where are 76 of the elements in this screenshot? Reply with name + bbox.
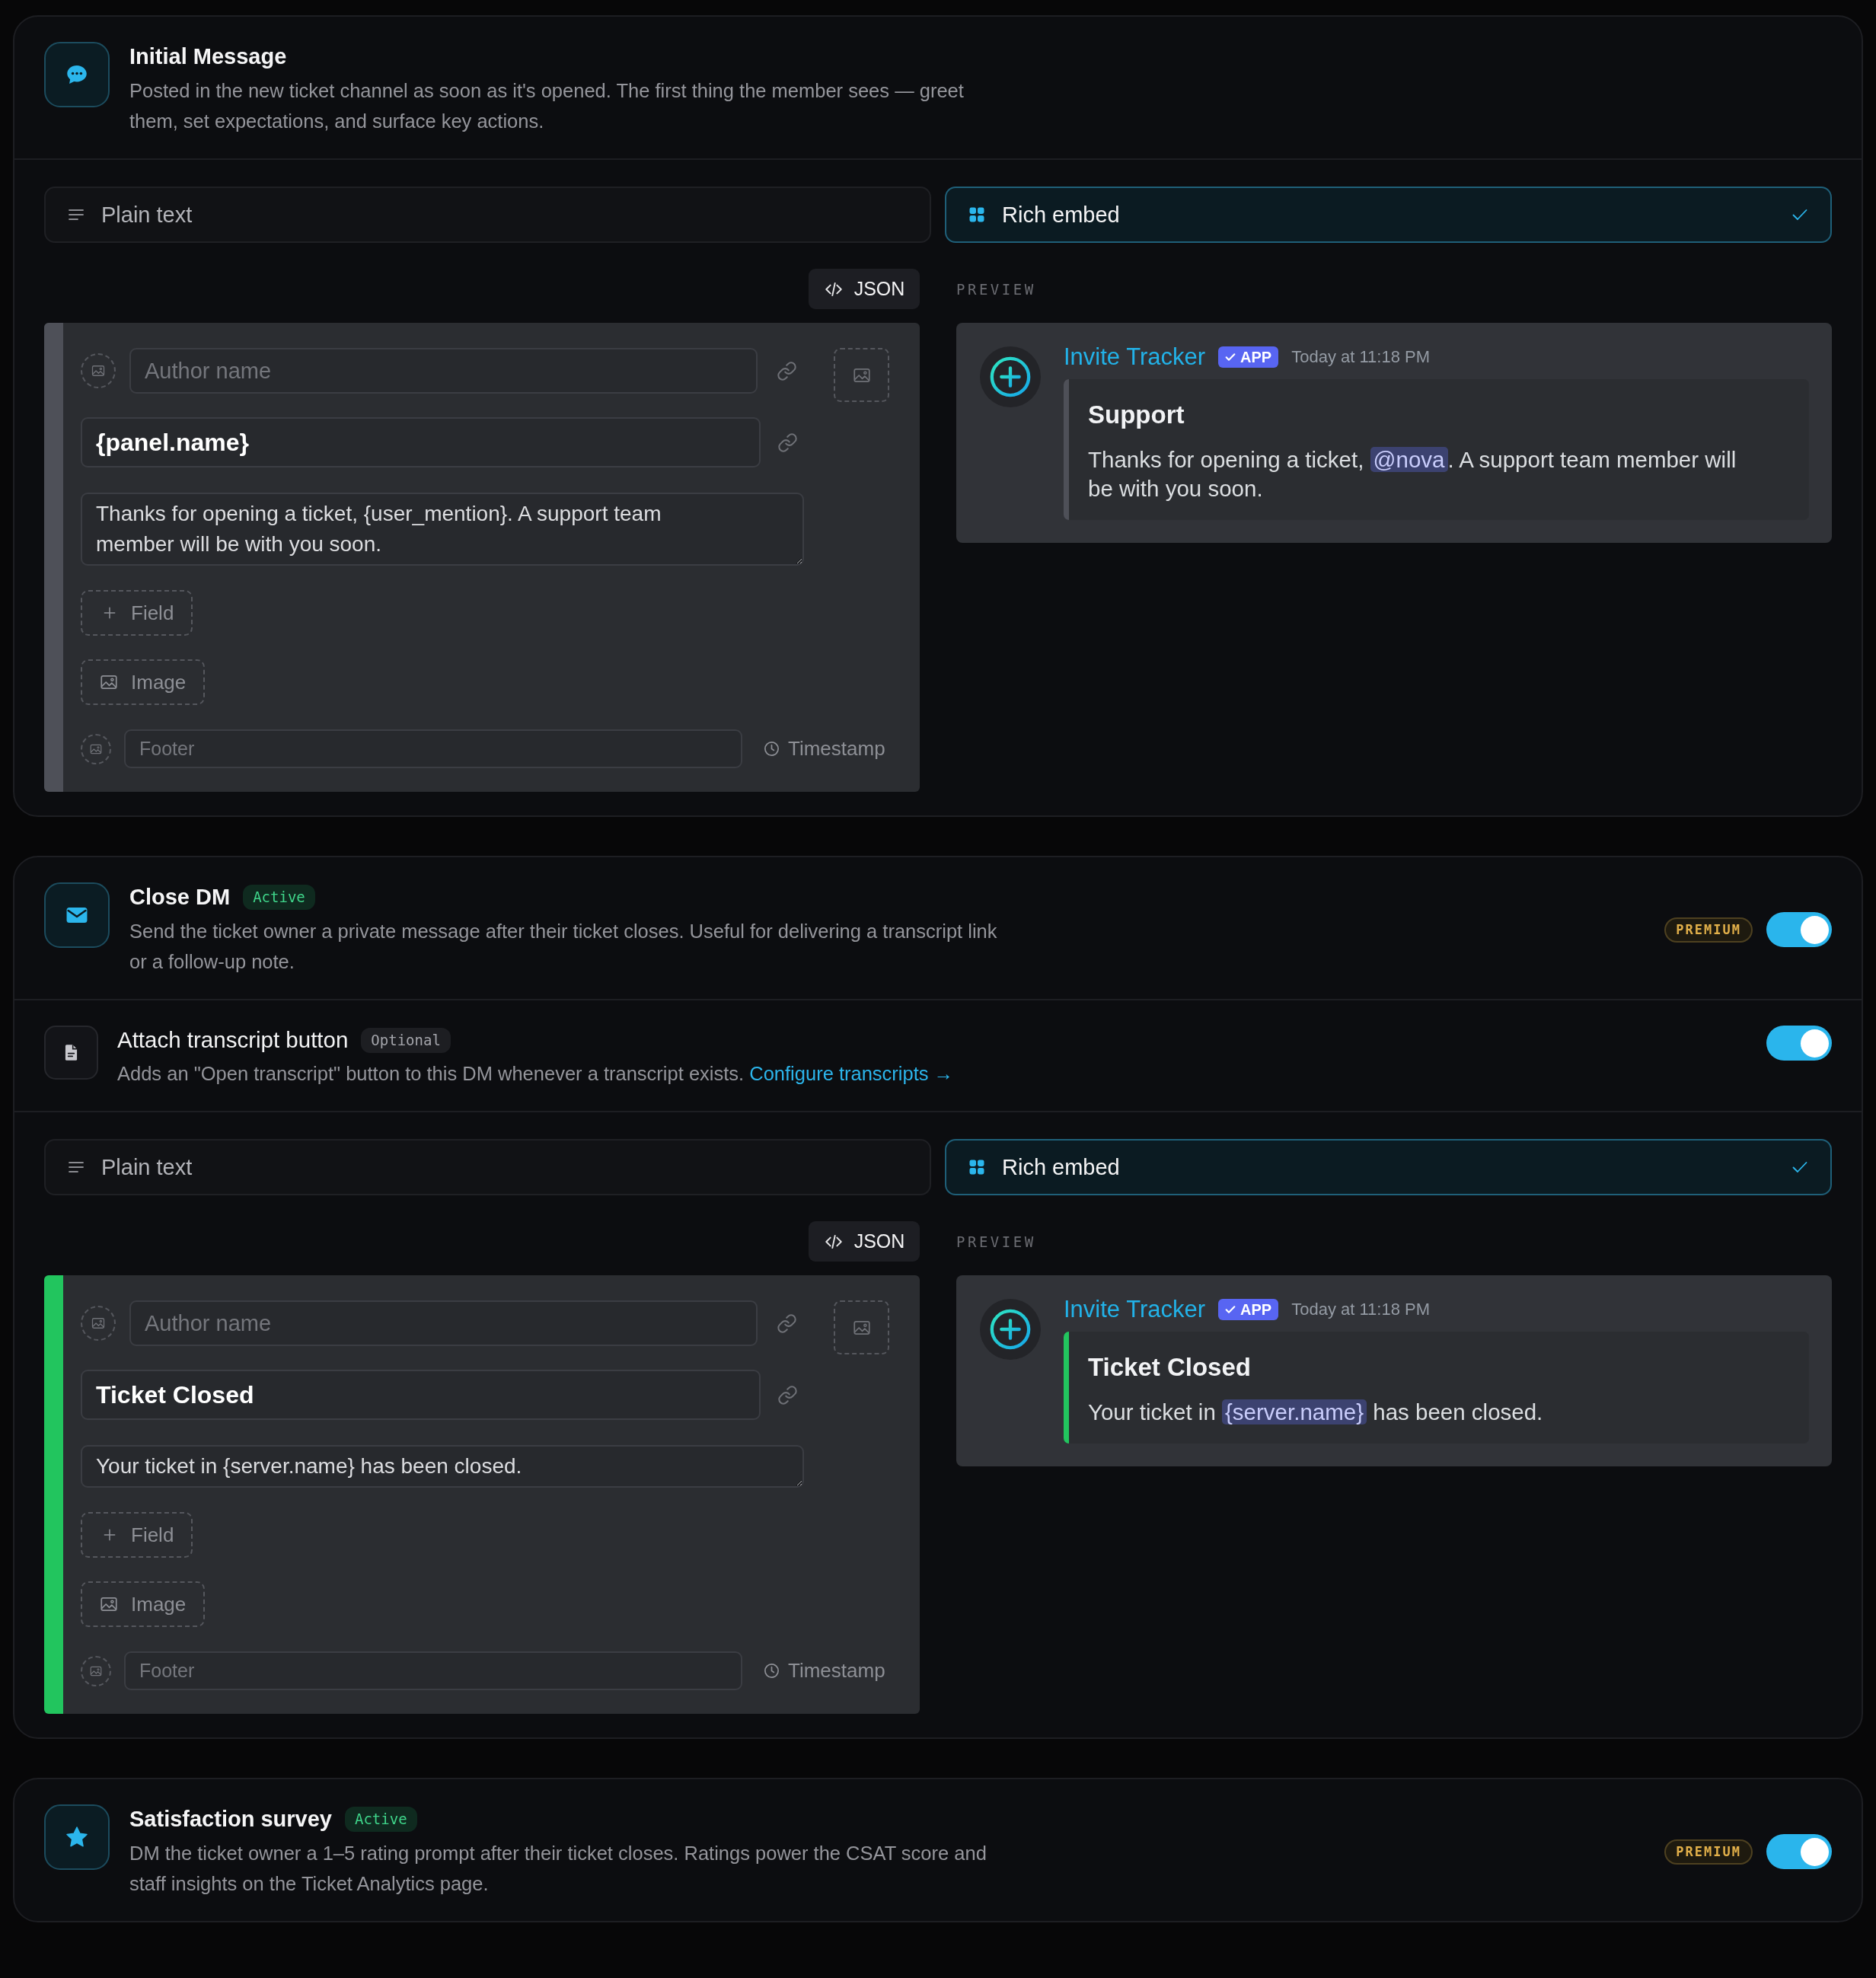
plus-circle-icon — [980, 346, 1041, 407]
title-field[interactable]: {panel.name} — [81, 417, 761, 467]
embed-description: Thanks for opening a ticket, @nova. A support team member will be with you soon. — [1088, 446, 1737, 502]
json-button[interactable]: JSON — [809, 1221, 920, 1262]
toggle-switch[interactable] — [1766, 1834, 1832, 1869]
link-icon[interactable] — [777, 360, 797, 381]
link-icon[interactable] — [777, 432, 798, 453]
description-field[interactable]: Your ticket in {server.name} has been closed. — [81, 1445, 804, 1488]
description-field[interactable]: Thanks for opening a ticket, {user_mention}. A support team member will be with you soon. — [81, 493, 804, 566]
preview-label: PREVIEW — [956, 1233, 1036, 1250]
mention-highlight: @nova — [1370, 447, 1448, 472]
clock-icon — [763, 1662, 780, 1680]
author-avatar-button[interactable] — [81, 1306, 116, 1341]
app-badge-text: APP — [1240, 348, 1272, 366]
envelope-icon — [44, 882, 110, 948]
premium-badge: PREMIUM — [1664, 1839, 1753, 1865]
message-time: Today at 11:18 PM — [1291, 1300, 1430, 1319]
section-description: Send the ticket owner a private message after their ticket closes. Useful for delivering a transcript link or a follow-up note. — [129, 920, 998, 974]
grid-icon — [968, 1158, 986, 1176]
option-description: Adds an "Open transcript" button to this DM whenever a transcript exists. Configure transcripts → — [117, 1062, 955, 1086]
premium-badge: PREMIUM — [1664, 917, 1753, 943]
footer-icon-button[interactable] — [81, 1655, 111, 1686]
section-title: Satisfaction survey — [129, 1806, 332, 1832]
add-field-button[interactable]: Field — [81, 590, 193, 636]
chat-bubble-icon — [44, 42, 110, 107]
link-icon[interactable] — [777, 1384, 798, 1405]
bot-name: Invite Tracker — [1064, 1296, 1206, 1323]
section-description: DM the ticket owner a 1–5 rating prompt after their ticket closes. Ratings power the CSAT score and staff insights on the Ticket Analytics page. — [129, 1842, 987, 1896]
embed-description: Your ticket in {server.name} has been closed. — [1088, 1399, 1544, 1426]
add-image-button[interactable]: Image — [81, 659, 206, 705]
add-image-button[interactable]: Image — [81, 1581, 206, 1627]
plus-icon — [102, 1527, 117, 1543]
thumbnail-button[interactable] — [834, 1300, 889, 1354]
section-description: Posted in the new ticket channel as soon as it's opened. The first thing the member sees — greet them, set expectations, and surface key actions. — [129, 79, 965, 133]
format-option[interactable]: Plain text — [44, 1139, 931, 1195]
format-option[interactable]: Plain text — [44, 187, 931, 243]
plus-icon — [102, 605, 117, 621]
grid-icon — [968, 206, 986, 224]
configure-link[interactable]: Configure transcripts → — [749, 1063, 954, 1084]
author-name-field[interactable]: Author name — [129, 1300, 758, 1346]
timestamp-button[interactable]: Timestamp — [763, 1659, 885, 1683]
bot-name: Invite Tracker — [1064, 343, 1206, 371]
footer-icon-button[interactable] — [81, 733, 111, 764]
embed-title: Support — [1088, 400, 1185, 430]
image-icon — [91, 1316, 106, 1331]
section-title: Initial Message — [129, 43, 287, 69]
clock-icon — [763, 740, 780, 758]
message-time: Today at 11:18 PM — [1291, 347, 1430, 367]
title-field[interactable]: Ticket Closed — [81, 1370, 761, 1420]
format-option[interactable]: Rich embed — [945, 1139, 1832, 1195]
author-name-field[interactable]: Author name — [129, 348, 758, 394]
embed-title: Ticket Closed — [1088, 1352, 1252, 1383]
section-title: Close DM — [129, 884, 231, 910]
preview-label: PREVIEW — [956, 280, 1036, 298]
add-field-button[interactable]: Field — [81, 1512, 193, 1558]
format-option[interactable]: Rich embed — [945, 187, 1832, 243]
toggle-switch[interactable] — [1766, 912, 1832, 947]
check-icon — [1224, 351, 1237, 363]
timestamp-button[interactable]: Timestamp — [763, 737, 885, 761]
toggle-switch[interactable] — [1766, 1026, 1832, 1061]
footer-field[interactable]: Footer — [124, 729, 742, 768]
plus-circle-icon — [980, 1299, 1041, 1360]
optional-badge: Optional — [361, 1027, 451, 1053]
status-badge: Active — [243, 884, 315, 910]
footer-field[interactable]: Footer — [124, 1651, 742, 1690]
document-icon — [44, 1026, 98, 1080]
option-title: Attach transcript button — [117, 1027, 349, 1053]
thumbnail-button[interactable] — [834, 348, 889, 402]
author-avatar-button[interactable] — [81, 353, 116, 388]
check-icon — [1224, 1303, 1237, 1316]
mention-highlight: {server.name} — [1222, 1399, 1367, 1424]
app-badge-text: APP — [1240, 1300, 1272, 1319]
link-icon[interactable] — [777, 1313, 797, 1334]
status-badge: Active — [344, 1806, 417, 1832]
json-button[interactable]: JSON — [809, 269, 920, 309]
image-icon — [91, 363, 106, 378]
